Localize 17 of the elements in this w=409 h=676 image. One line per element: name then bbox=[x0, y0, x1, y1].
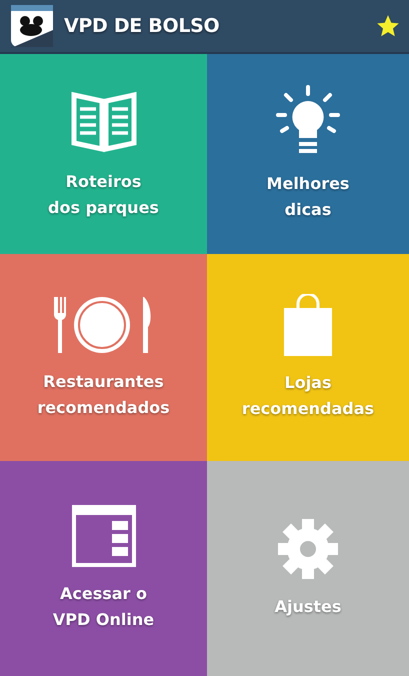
menu-tile[interactable]: Acessar o VPD Online bbox=[0, 461, 207, 676]
settings-icon bbox=[277, 518, 339, 580]
tile-label: Ajustes bbox=[274, 596, 342, 618]
tile-label: Acessar o VPD Online bbox=[52, 582, 154, 630]
app-title: VPD DE BOLSO bbox=[64, 15, 220, 37]
star-icon[interactable] bbox=[375, 13, 401, 39]
menu-tile[interactable]: Restaurantes recomendados bbox=[0, 254, 207, 461]
tile-label: Lojas recomendadas bbox=[242, 372, 374, 420]
menu-tile[interactable]: Melhores dicas bbox=[207, 54, 409, 254]
menu-tile[interactable]: Lojas recomendadas bbox=[207, 254, 409, 461]
menu-tile[interactable]: Ajustes bbox=[207, 461, 409, 676]
browser-window-icon bbox=[72, 504, 136, 566]
menu-tile[interactable]: Roteiros dos parques bbox=[0, 54, 207, 254]
tile-label: Roteiros dos parques bbox=[48, 171, 159, 219]
tile-label: Melhores dicas bbox=[266, 173, 350, 221]
tile-label: Restaurantes recomendados bbox=[37, 370, 170, 418]
app-logo-icon bbox=[10, 4, 54, 48]
